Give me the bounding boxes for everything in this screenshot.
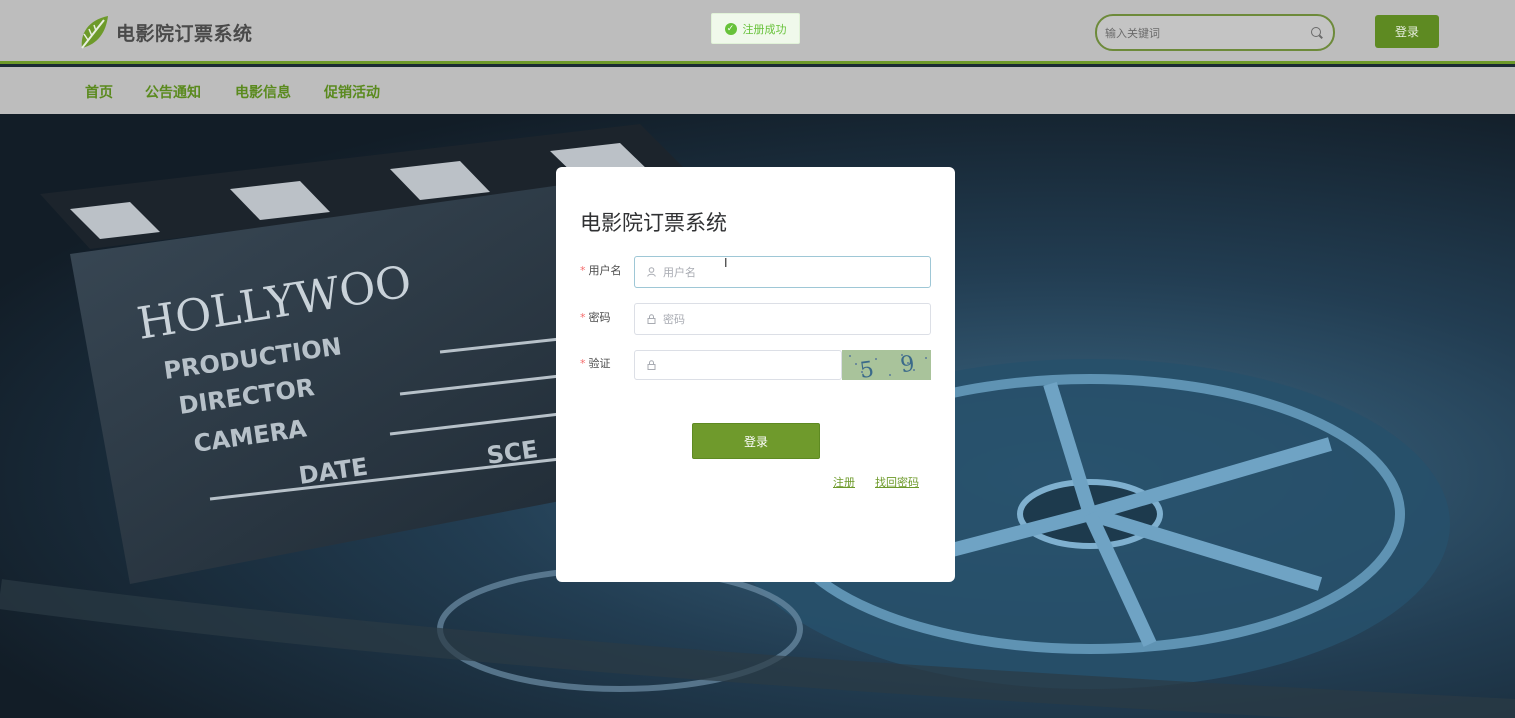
username-input[interactable] (663, 263, 903, 281)
login-submit-button[interactable]: 登录 (692, 423, 820, 459)
text-cursor-icon: I (724, 256, 728, 270)
password-label: * 密码 (580, 311, 611, 324)
brand[interactable]: 电影院订票系统 (76, 14, 253, 50)
password-field (634, 303, 931, 335)
captcha-label: * 验证 (580, 357, 611, 370)
top-header: 电影院订票系统 ✓ 注册成功 登录 (0, 0, 1515, 64)
check-circle-icon: ✓ (724, 22, 737, 35)
search-box (1095, 14, 1335, 51)
user-icon (647, 267, 656, 277)
username-label: * 用户名 (580, 264, 622, 277)
lock-icon (647, 360, 656, 370)
leaf-icon (81, 16, 108, 49)
nav-item-movies[interactable]: 电影信息 (235, 82, 291, 102)
search-icon[interactable] (1311, 27, 1321, 37)
lock-icon (647, 314, 656, 324)
username-field (634, 256, 931, 288)
register-link[interactable]: 注册 (833, 474, 855, 490)
main-nav: 首页 公告通知 电影信息 促销活动 (0, 67, 1515, 114)
forgot-password-link[interactable]: 找回密码 (875, 474, 919, 490)
captcha-field (634, 350, 903, 380)
success-toast: ✓ 注册成功 (711, 13, 800, 44)
nav-item-promotions[interactable]: 促销活动 (324, 82, 380, 102)
login-dialog: 电影院订票系统 *用户名 *密码 *验证 5 9 4 登 (556, 167, 955, 582)
nav-item-home[interactable]: 首页 (85, 82, 113, 102)
login-title: 电影院订票系统 (580, 211, 727, 235)
header-login-button[interactable]: 登录 (1375, 15, 1439, 48)
brand-title: 电影院订票系统 (116, 22, 253, 45)
toast-message: 注册成功 (742, 22, 787, 36)
search-input[interactable] (1105, 24, 1305, 42)
nav-item-announcements[interactable]: 公告通知 (145, 82, 201, 102)
password-input[interactable] (663, 310, 903, 328)
captcha-image[interactable]: 5 9 4 (842, 350, 931, 380)
